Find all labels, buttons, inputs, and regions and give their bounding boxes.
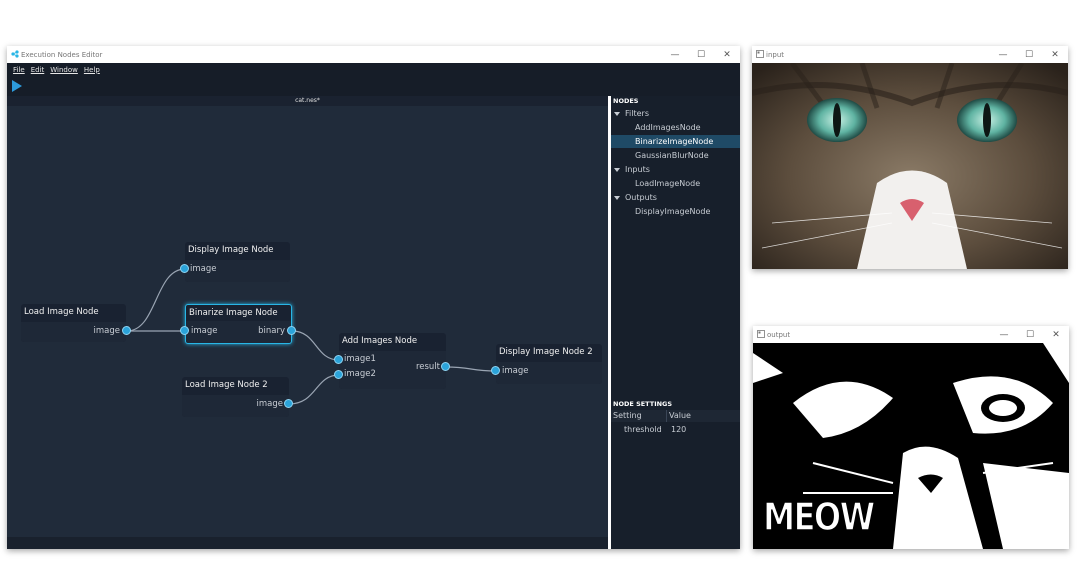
tree-label: Inputs bbox=[625, 165, 650, 174]
close-button[interactable]: ✕ bbox=[714, 46, 740, 63]
tree-item-displayimagenode[interactable]: DisplayImageNode bbox=[611, 205, 740, 218]
tree-label: BinarizeImageNode bbox=[635, 137, 714, 146]
wire-add-to-display2 bbox=[445, 366, 497, 372]
tree-group-outputs[interactable]: Outputs bbox=[611, 191, 740, 204]
settings-row-threshold[interactable]: threshold 120 bbox=[611, 424, 740, 436]
port-load-image-out[interactable] bbox=[122, 326, 131, 335]
input-titlebar[interactable]: input — ☐ ✕ bbox=[752, 46, 1068, 63]
maximize-button[interactable]: ☐ bbox=[688, 46, 714, 63]
setting-value[interactable]: 120 bbox=[671, 425, 686, 434]
input-title: input bbox=[766, 50, 785, 59]
column-setting[interactable]: Setting bbox=[613, 411, 642, 420]
port-binarize-out[interactable] bbox=[287, 326, 296, 335]
tree-label: DisplayImageNode bbox=[635, 207, 711, 216]
editor-title: Execution Nodes Editor bbox=[21, 50, 103, 59]
node-load-image-2[interactable]: Load Image Node 2 image bbox=[182, 377, 289, 417]
editor-titlebar[interactable]: Execution Nodes Editor — ☐ ✕ bbox=[7, 46, 740, 63]
input-window: input — ☐ ✕ bbox=[752, 46, 1068, 269]
minimize-button[interactable]: — bbox=[990, 46, 1016, 63]
node-title: Add Images Node bbox=[342, 336, 418, 346]
menu-help[interactable]: Help bbox=[84, 66, 100, 74]
tree-label: Filters bbox=[625, 109, 649, 118]
cat-photo bbox=[752, 63, 1068, 269]
tree-item-gaussianblurnode[interactable]: GaussianBlurNode bbox=[611, 149, 740, 162]
wire-binarize-to-add bbox=[291, 330, 340, 361]
node-title: Load Image Node bbox=[24, 307, 99, 317]
menu-file[interactable]: File bbox=[13, 66, 25, 74]
port-display-image-in[interactable] bbox=[180, 264, 189, 273]
close-button[interactable]: ✕ bbox=[1043, 326, 1069, 343]
port-label: image2 bbox=[344, 369, 376, 379]
window-icon bbox=[756, 50, 764, 58]
port-label: image bbox=[256, 399, 283, 409]
node-add-images[interactable]: Add Images Node image1 image2 result bbox=[339, 333, 446, 389]
tree-item-addimagesnode[interactable]: AddImagesNode bbox=[611, 121, 740, 134]
node-title: Display Image Node 2 bbox=[499, 347, 593, 357]
column-value[interactable]: Value bbox=[669, 411, 691, 420]
node-title: Display Image Node bbox=[188, 245, 274, 255]
port-label: image bbox=[502, 366, 529, 376]
menu-edit[interactable]: Edit bbox=[31, 66, 45, 74]
node-title: Binarize Image Node bbox=[189, 308, 278, 318]
port-label: binary bbox=[258, 326, 285, 336]
node-display-image-2[interactable]: Display Image Node 2 image bbox=[496, 344, 602, 384]
minimize-button[interactable]: — bbox=[991, 326, 1017, 343]
menu-window[interactable]: Window bbox=[50, 66, 78, 74]
node-canvas[interactable]: cat.nes* Load Image Node image Display I… bbox=[7, 96, 608, 537]
meow-caption: MEOW bbox=[762, 494, 875, 540]
close-button[interactable]: ✕ bbox=[1042, 46, 1068, 63]
maximize-button[interactable]: ☐ bbox=[1016, 46, 1042, 63]
minimize-button[interactable]: — bbox=[662, 46, 688, 63]
node-binarize-image[interactable]: Binarize Image Node image binary bbox=[185, 304, 292, 344]
input-image bbox=[752, 63, 1068, 269]
tree-label: LoadImageNode bbox=[635, 179, 701, 188]
port-add-in1[interactable] bbox=[334, 355, 343, 364]
tree-group-inputs[interactable]: Inputs bbox=[611, 163, 740, 176]
port-display-image-2-in[interactable] bbox=[491, 366, 500, 375]
expand-icon bbox=[614, 195, 620, 200]
expand-icon bbox=[614, 111, 620, 116]
output-title: output bbox=[767, 330, 791, 339]
output-titlebar[interactable]: output — ☐ ✕ bbox=[753, 326, 1069, 343]
tree-label: Outputs bbox=[625, 193, 657, 202]
toolbar bbox=[7, 76, 740, 96]
window-icon bbox=[757, 330, 765, 338]
port-label: image bbox=[191, 326, 218, 336]
tree-label: AddImagesNode bbox=[635, 123, 701, 132]
port-label: image bbox=[93, 326, 120, 336]
output-window: output — ☐ ✕ MEOW bbox=[753, 326, 1069, 549]
port-label: result bbox=[415, 362, 440, 372]
tree-label: GaussianBlurNode bbox=[635, 151, 709, 160]
port-label: image bbox=[190, 264, 217, 274]
tree-group-filters[interactable]: Filters bbox=[611, 107, 740, 120]
port-label: image1 bbox=[344, 354, 376, 364]
node-display-image[interactable]: Display Image Node image bbox=[185, 242, 290, 282]
side-panel: NODES Filters AddImagesNode BinarizeImag… bbox=[611, 96, 740, 549]
wire-load-to-display bbox=[126, 268, 186, 332]
node-title: Load Image Node 2 bbox=[185, 380, 268, 390]
port-binarize-in[interactable] bbox=[180, 326, 189, 335]
port-load-image-2-out[interactable] bbox=[284, 399, 293, 408]
editor-window: Execution Nodes Editor — ☐ ✕ File Edit W… bbox=[7, 46, 740, 549]
app-icon bbox=[11, 50, 19, 58]
port-add-in2[interactable] bbox=[334, 370, 343, 379]
wire-load2-to-add bbox=[288, 374, 340, 405]
nodes-header: NODES bbox=[613, 97, 639, 105]
tab-label: cat.nes* bbox=[295, 97, 320, 104]
setting-name: threshold bbox=[624, 425, 662, 434]
node-settings-header: NODE SETTINGS bbox=[613, 400, 673, 408]
tab-cat-nes[interactable]: cat.nes* bbox=[7, 96, 608, 106]
canvas-scrollbar[interactable] bbox=[7, 537, 608, 549]
tree-item-loadimagenode[interactable]: LoadImageNode bbox=[611, 177, 740, 190]
menubar: File Edit Window Help bbox=[7, 63, 740, 76]
maximize-button[interactable]: ☐ bbox=[1017, 326, 1043, 343]
tree-item-binarizeimagenode[interactable]: BinarizeImageNode bbox=[611, 135, 740, 148]
settings-table-header: Setting Value bbox=[611, 410, 740, 422]
node-load-image[interactable]: Load Image Node image bbox=[21, 304, 126, 342]
port-add-out[interactable] bbox=[441, 362, 450, 371]
run-play-icon[interactable] bbox=[12, 80, 22, 92]
output-image: MEOW bbox=[753, 343, 1069, 549]
expand-icon bbox=[614, 167, 620, 172]
